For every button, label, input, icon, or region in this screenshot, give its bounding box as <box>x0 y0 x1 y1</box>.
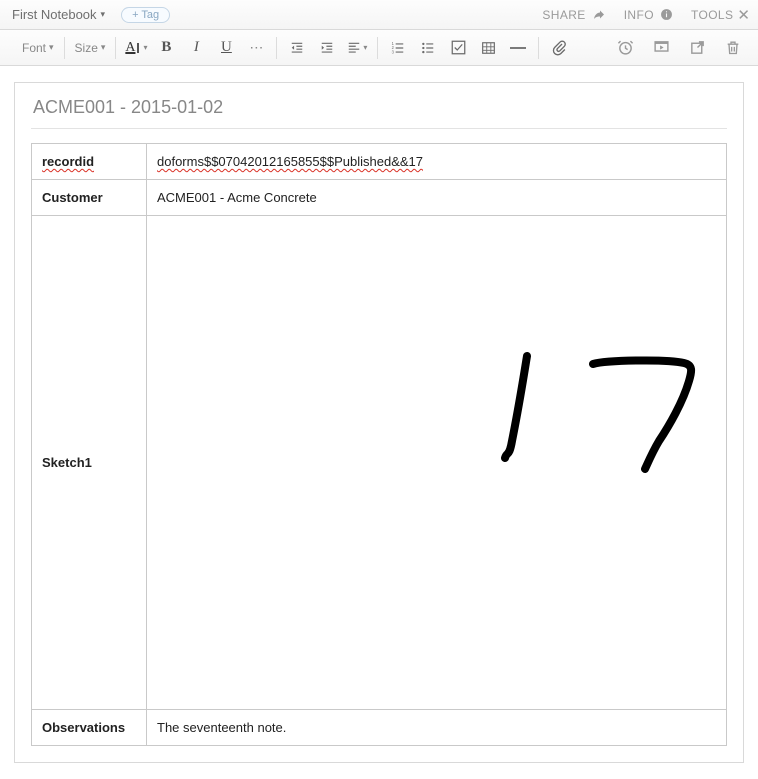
handwriting-17 <box>157 226 737 696</box>
attach-button[interactable] <box>549 38 569 58</box>
table-row: Customer ACME001 - Acme Concrete <box>32 180 727 216</box>
sketch-canvas[interactable] <box>147 216 727 710</box>
size-selector[interactable]: Size▾ <box>75 41 106 55</box>
notebook-name: First Notebook <box>12 7 97 22</box>
align-button[interactable]: ▾ <box>347 38 367 58</box>
font-selector[interactable]: Font▾ <box>22 41 54 55</box>
popout-button[interactable] <box>686 37 708 59</box>
row-label-observations: Observations <box>42 720 125 735</box>
note-title[interactable]: ACME001 - 2015-01-02 <box>31 97 727 129</box>
row-label-recordid: recordid <box>42 154 94 169</box>
share-icon <box>592 9 606 21</box>
row-label-customer: Customer <box>42 190 103 205</box>
info-icon <box>660 8 673 21</box>
row-value-recordid[interactable]: doforms$$07042012165855$$Published&&17 <box>157 154 423 169</box>
reminder-button[interactable] <box>614 37 636 59</box>
notebook-selector[interactable]: First Notebook ▾ <box>12 7 105 22</box>
table-button[interactable] <box>478 38 498 58</box>
tools-button[interactable]: TOOLS <box>691 8 733 22</box>
close-icon[interactable]: ✕ <box>737 6 750 24</box>
row-label-sketch: Sketch1 <box>42 455 92 470</box>
svg-text:3: 3 <box>392 49 395 54</box>
indent-button[interactable] <box>317 38 337 58</box>
note-area: ACME001 - 2015-01-02 recordid doforms$$0… <box>0 66 758 779</box>
bold-button[interactable]: B <box>156 38 176 58</box>
row-value-customer[interactable]: ACME001 - Acme Concrete <box>157 190 317 205</box>
more-format-button[interactable]: ⋯ <box>246 38 266 58</box>
row-value-observations[interactable]: The seventeenth note. <box>157 720 286 735</box>
info-button[interactable]: INFO <box>624 8 673 22</box>
trash-button[interactable] <box>722 37 744 59</box>
horizontal-rule-button[interactable] <box>508 38 528 58</box>
bullet-list-button[interactable] <box>418 38 438 58</box>
outdent-button[interactable] <box>287 38 307 58</box>
present-button[interactable] <box>650 37 672 59</box>
underline-button[interactable]: U <box>216 38 236 58</box>
add-tag-button[interactable]: + Tag <box>121 7 170 23</box>
table-row: Observations The seventeenth note. <box>32 710 727 746</box>
table-row: recordid doforms$$07042012165855$$Publis… <box>32 144 727 180</box>
note-card: ACME001 - 2015-01-02 recordid doforms$$0… <box>14 82 744 763</box>
chevron-down-icon: ▾ <box>101 9 106 20</box>
app-header: First Notebook ▾ + Tag SHARE INFO TOOLS … <box>0 0 758 30</box>
checkbox-button[interactable] <box>448 38 468 58</box>
numbered-list-button[interactable]: 123 <box>388 38 408 58</box>
italic-button[interactable]: I <box>186 38 206 58</box>
table-row: Sketch1 <box>32 216 727 710</box>
note-table: recordid doforms$$07042012165855$$Publis… <box>31 143 727 746</box>
share-button[interactable]: SHARE <box>542 8 605 22</box>
format-toolbar: Font▾ Size▾ A▾ B I U ⋯ ▾ 123 <box>0 30 758 66</box>
font-color-button[interactable]: A▾ <box>126 38 146 58</box>
